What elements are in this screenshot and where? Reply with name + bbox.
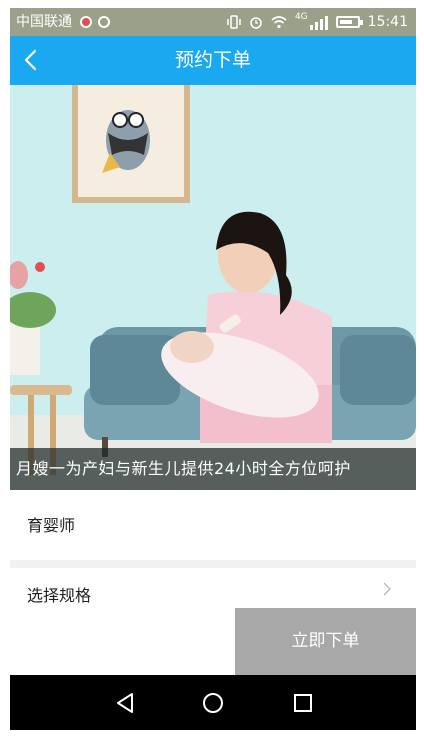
- carrier-label: 中国联通: [16, 14, 72, 30]
- vibrate-icon: [227, 15, 241, 29]
- header-bar: 预约下单: [10, 36, 416, 85]
- recents-square-icon[interactable]: [288, 688, 318, 718]
- clock-label: 15:41: [367, 14, 408, 30]
- select-spec-label: 选择规格: [27, 586, 92, 605]
- home-circle-icon[interactable]: [198, 688, 228, 718]
- hero-caption: 月嫂一为产妇与新生儿提供24小时全方位呵护: [16, 459, 351, 478]
- page-title: 预约下单: [174, 49, 251, 71]
- system-nav-bar: [10, 675, 416, 730]
- product-name: 育婴师: [27, 516, 76, 535]
- back-triangle-icon[interactable]: [110, 688, 140, 718]
- alarm-icon: [250, 17, 262, 29]
- hero-illustration: [10, 85, 416, 490]
- signal-icon: [309, 14, 328, 30]
- hero-image: 月嫂一为产妇与新生儿提供24小时全方位呵护: [10, 85, 416, 490]
- bottom-action-bar: 立即下单: [10, 608, 416, 675]
- sync-icon: [98, 16, 110, 28]
- network-type-label: 4G: [294, 12, 308, 22]
- status-bar: 中国联通 4G 15:41: [10, 8, 416, 36]
- section-divider: [10, 560, 416, 568]
- status-icons: 4G 15:41: [227, 12, 408, 32]
- product-section: 育婴师: [10, 490, 416, 560]
- select-spec-row[interactable]: 选择规格: [10, 568, 416, 609]
- order-now-button[interactable]: 立即下单: [235, 608, 416, 675]
- caption-bar: 月嫂一为产妇与新生儿提供24小时全方位呵护: [10, 448, 416, 490]
- app-screen: 中国联通 4G 15:41 预约下单 月嫂一为产妇与新生儿提供24小时全方位呵护…: [10, 8, 416, 730]
- notification-icon: [80, 16, 92, 28]
- battery-icon: [335, 16, 363, 28]
- chevron-right-icon: [383, 582, 391, 596]
- wifi-icon: [271, 16, 287, 29]
